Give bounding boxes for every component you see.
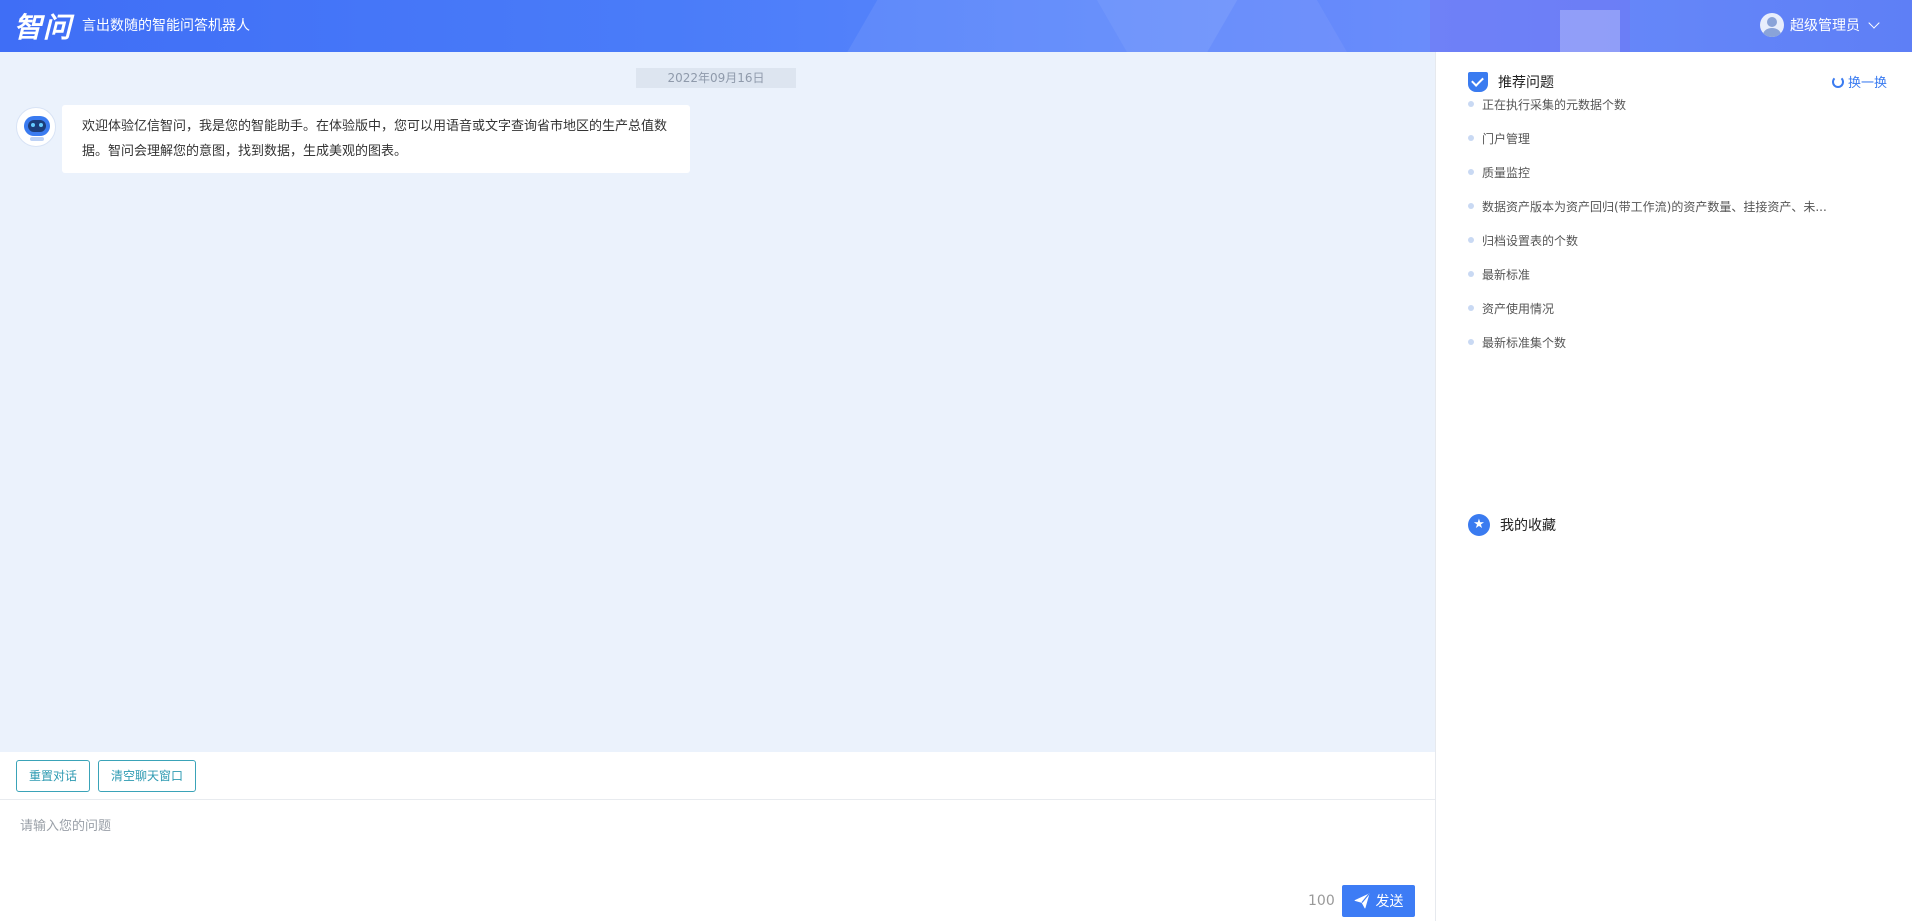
app-logo[interactable]: 智问 [14,6,72,46]
bullet-icon [1468,237,1474,243]
favorites-section-title: ★ 我的收藏 [1468,514,1556,536]
favorites-title: 我的收藏 [1500,518,1556,534]
char-count: 100 [1308,893,1335,909]
bullet-icon [1468,305,1474,311]
question-item[interactable]: 最新标准集个数 [1468,325,1868,359]
robot-avatar-icon [16,107,56,147]
header-decoration [1560,10,1620,52]
user-menu[interactable]: 超级管理员 [1760,13,1880,37]
send-label: 发送 [1375,894,1404,910]
user-avatar-icon [1760,13,1784,37]
bullet-icon [1468,203,1474,209]
bullet-icon [1468,271,1474,277]
question-item[interactable]: 质量监控 [1468,155,1868,189]
header-decoration [1085,0,1375,52]
bullet-icon [1468,339,1474,345]
bullet-icon [1468,135,1474,141]
recommended-questions: 正在执行采集的元数据个数 门户管理 质量监控 数据资产版本为资产回归(带工作流)… [1468,87,1868,359]
app-header: 智问 言出数随的智能问答机器人 超级管理员 [0,0,1912,52]
question-item[interactable]: 正在执行采集的元数据个数 [1468,87,1868,121]
question-input[interactable] [20,815,1400,875]
clear-chat-button[interactable]: 清空聊天窗口 [98,760,197,792]
question-item[interactable]: 资产使用情况 [1468,291,1868,325]
bullet-icon [1468,169,1474,175]
question-item[interactable]: 归档设置表的个数 [1468,223,1868,257]
input-area: 100 发送 [0,801,1435,921]
app-slogan: 言出数随的智能问答机器人 [82,18,250,34]
send-button[interactable]: 发送 [1342,885,1415,917]
chat-area[interactable]: 2022年09月16日 欢迎体验亿信智问，我是您的智能助手。在体验版中，您可以用… [0,52,1435,752]
user-name: 超级管理员 [1790,18,1860,34]
bot-message: 欢迎体验亿信智问，我是您的智能助手。在体验版中，您可以用语音或文字查询省市地区的… [62,105,690,173]
chat-date: 2022年09月16日 [636,68,796,88]
star-icon: ★ [1468,514,1490,536]
chat-toolbar: 重置对话 清空聊天窗口 [0,752,1435,800]
bullet-icon [1468,101,1474,107]
reset-conversation-button[interactable]: 重置对话 [16,760,91,792]
send-icon [1354,893,1369,909]
question-item[interactable]: 最新标准 [1468,257,1868,291]
side-panel: 推荐问题 换一换 正在执行采集的元数据个数 门户管理 质量监控 数据资产版本为资… [1436,52,1912,921]
refresh-icon [1832,75,1844,88]
question-item[interactable]: 数据资产版本为资产回归(带工作流)的资产数量、挂接资产、未... [1468,189,1868,223]
chevron-down-icon [1868,17,1880,29]
question-item[interactable]: 门户管理 [1468,121,1868,155]
